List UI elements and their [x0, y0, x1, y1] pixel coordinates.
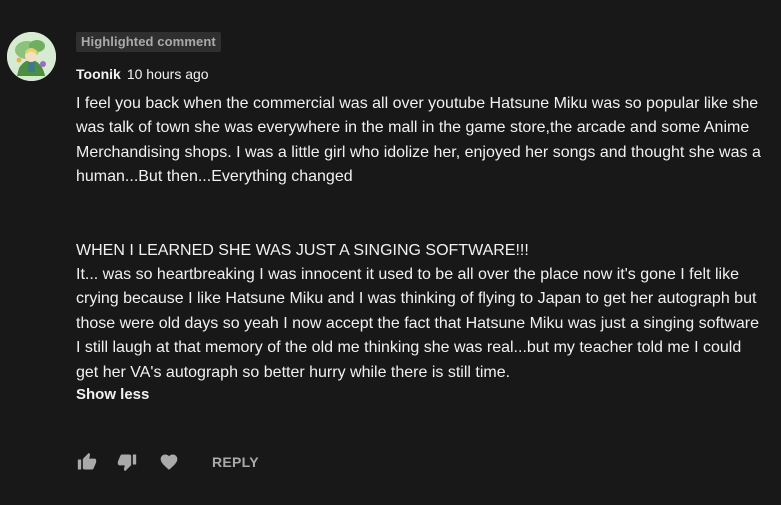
- highlighted-badge: Highlighted comment: [76, 32, 221, 52]
- dislike-button[interactable]: [116, 451, 138, 473]
- avatar[interactable]: [7, 32, 56, 81]
- comment-paragraph: I feel you back when the commercial was …: [76, 95, 761, 186]
- comment-text: I feel you back when the commercial was …: [76, 92, 766, 385]
- comment-shout-line: WHEN I LEARNED SHE WAS JUST A SINGING SO…: [76, 241, 529, 259]
- show-less-button[interactable]: Show less: [76, 385, 149, 405]
- comment-paragraph: It... was so heartbreaking I was innocen…: [76, 266, 760, 381]
- comment-thread: Highlighted comment Toonik 10 hours ago I…: [0, 0, 781, 505]
- thumbs-down-icon: [117, 454, 137, 472]
- comment-timestamp[interactable]: 10 hours ago: [127, 66, 209, 82]
- heart-button[interactable]: [158, 451, 180, 473]
- avatar-icon: [7, 32, 56, 81]
- author-name[interactable]: Toonik: [76, 66, 121, 82]
- comment-actions: REPLY: [76, 450, 259, 474]
- comment-body: Highlighted comment Toonik 10 hours ago I…: [76, 32, 766, 405]
- heart-icon: [160, 454, 178, 470]
- thumbs-up-icon: [77, 452, 97, 470]
- reply-button[interactable]: REPLY: [212, 454, 259, 470]
- comment-header: Toonik 10 hours ago: [76, 65, 766, 83]
- like-button[interactable]: [76, 451, 98, 473]
